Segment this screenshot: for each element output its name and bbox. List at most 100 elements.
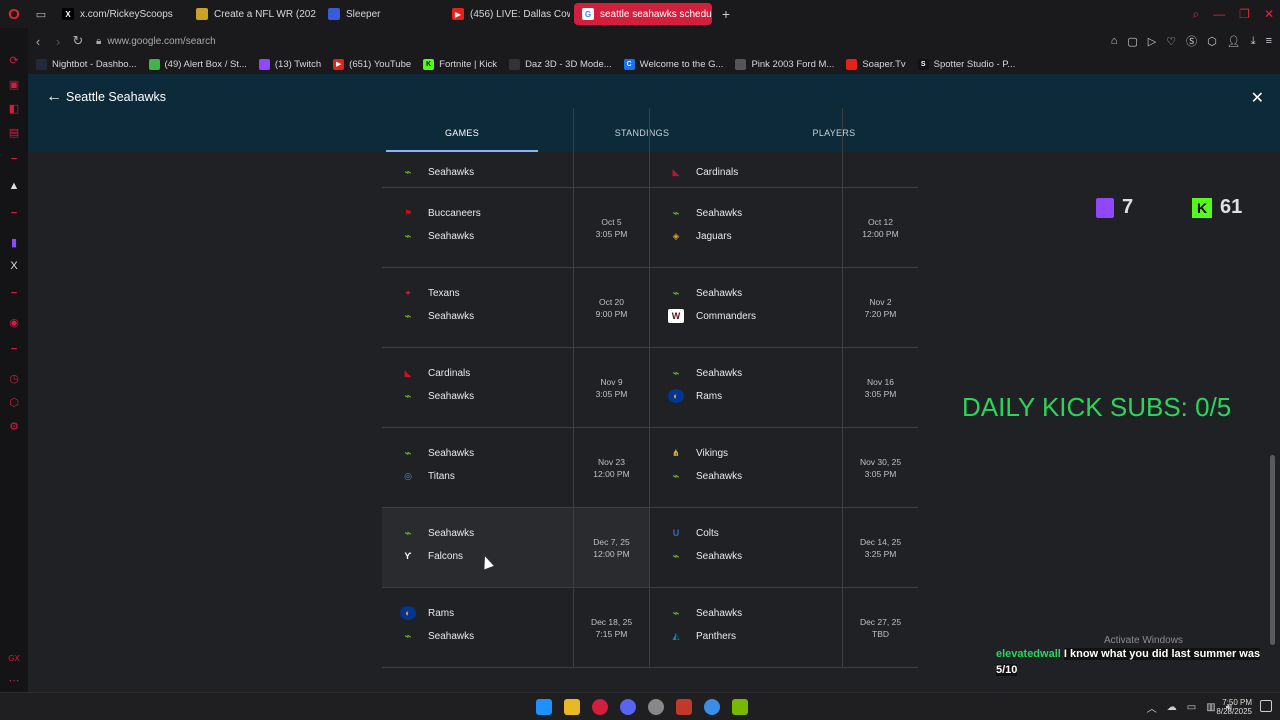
notification-icon[interactable] (1260, 700, 1272, 712)
game-card[interactable]: ⚑ Buccaneers ⌁ Seahawks Oct 5 3:05 PM (382, 188, 650, 268)
game-card[interactable]: U Colts ⌁ Seahawks Dec 14, 25 3:25 PM (650, 508, 918, 588)
account-icon[interactable]: 👤︎ (1227, 35, 1241, 48)
sidebar-history-icon[interactable]: ◷ (6, 370, 22, 386)
opera-logo-icon[interactable]: O (0, 0, 28, 28)
play-icon[interactable]: ▷ (1148, 35, 1156, 48)
browser-tab[interactable]: Gseattle seahawks schedul (574, 3, 712, 25)
browser-tab[interactable]: Create a NFL WR (2025-2 (188, 3, 316, 25)
bookmark-item[interactable]: (49) Alert Box / St... (148, 58, 247, 70)
address-bar-actions: ⌂ ▢ ▷ ♡ Ⓢ ⬡ 👤︎ ⤓ ≡ (1111, 28, 1272, 54)
browser-tab[interactable]: Sleeper (320, 3, 440, 25)
file-explorer-icon[interactable] (564, 699, 580, 715)
tray-chevron-icon[interactable]: ︿ (1147, 700, 1157, 715)
bookmark-item[interactable]: S Spotter Studio - P... (917, 58, 1015, 70)
game-card[interactable]: ⌁ Seahawks ◭ Panthers Dec 27, 25 TBD (650, 588, 918, 668)
cloud-icon[interactable]: ☁ (1167, 702, 1177, 713)
profile-s-icon[interactable]: Ⓢ (1186, 33, 1197, 49)
game-date: Dec 7, 25 (593, 537, 630, 547)
team-name: Seahawks (428, 166, 475, 178)
extensions-icon[interactable]: ⬡ (1207, 35, 1217, 48)
game-card[interactable]: ✦ Texans ⌁ Seahawks Oct 20 9:00 PM (382, 268, 650, 348)
sidebar-settings-icon[interactable]: ⚙ (6, 418, 22, 434)
bookmark-favicon-icon (509, 58, 521, 70)
sidebar-player-icon[interactable]: ▤ (6, 124, 22, 140)
team-logo-icon: ⌁ (404, 165, 412, 179)
bookmark-label: Fortnite | Kick (439, 58, 498, 70)
display-icon[interactable]: ▭ (1187, 702, 1196, 713)
game-card[interactable]: ⌁ Seahawks W Commanders Nov 2 7:20 PM (650, 268, 918, 348)
nvidia-icon[interactable] (732, 699, 748, 715)
sidebar-twitch-icon[interactable]: ▮ (6, 234, 22, 250)
discord-icon[interactable] (620, 699, 636, 715)
team-row: ⚑ Buccaneers (400, 206, 481, 220)
kick-viewers: 61 (1220, 196, 1243, 218)
bookmark-item[interactable]: C Welcome to the G... (623, 58, 723, 70)
maximize-icon[interactable]: ❐ (1239, 7, 1250, 21)
settings-gear-icon[interactable] (648, 699, 664, 715)
browser-tab[interactable]: Xx.com/RickeyScoops (54, 3, 184, 25)
game-card[interactable]: ⋔ Vikings ⌁ Seahawks Nov 30, 25 3:05 PM (650, 428, 918, 508)
sidebar-aria-icon[interactable]: ▲ (6, 178, 22, 194)
minimize-icon[interactable]: — (1213, 7, 1225, 21)
sidebar-gx-icon[interactable]: GX (6, 650, 22, 666)
sidebar-play-icon[interactable]: ◉ (6, 314, 22, 330)
sidebar-divider (11, 212, 17, 213)
team-logo-icon: ⌁ (404, 389, 412, 403)
new-tab-icon[interactable]: + (716, 6, 736, 22)
sidebar-refresh-icon[interactable]: ⟳ (6, 52, 22, 68)
game-time (573, 108, 649, 188)
bookmark-item[interactable]: K Fortnite | Kick (423, 58, 498, 70)
close-panel-icon[interactable]: ✕ (1251, 88, 1264, 108)
back-icon[interactable]: ‹ (28, 34, 48, 49)
bookmark-item[interactable]: Daz 3D - 3D Mode... (509, 58, 612, 70)
team-logo-icon: ⌁ (404, 309, 412, 323)
forward-icon[interactable]: › (48, 34, 68, 49)
game-card[interactable]: ◐ Rams ⌁ Seahawks Dec 18, 25 7:15 PM (382, 588, 650, 668)
sidebar-divider (11, 292, 17, 293)
back-arrow-icon[interactable]: ← (46, 88, 64, 106)
bookmark-item[interactable]: Soaper.Tv (846, 58, 906, 70)
game-card[interactable]: ⌁ Seahawks ϒ Falcons Dec 7, 25 12:00 PM (382, 508, 650, 588)
game-card[interactable]: ⌁ Seahawks (382, 108, 650, 188)
download-icon[interactable]: ⤓ (1251, 35, 1256, 48)
app-red-icon[interactable] (676, 699, 692, 715)
sidebar-bag-icon[interactable]: ▣ (6, 76, 22, 92)
bookmark-item[interactable]: ▶ (651) YouTube (333, 58, 411, 70)
team-name: Seahawks (696, 367, 743, 379)
network-icon[interactable]: ▥ (1206, 702, 1215, 713)
pin-icon[interactable]: ⌂ (1111, 35, 1118, 47)
taskbar-clock[interactable]: 7:50 PM 8/28/2025 (1216, 698, 1252, 716)
game-card[interactable]: ⌁ Seahawks ◈ Jaguars Oct 12 12:00 PM (650, 188, 918, 268)
game-card[interactable]: ⌁ Seahawks ◐ Rams Nov 16 3:05 PM (650, 348, 918, 428)
sidebar-more-icon[interactable]: ⋯ (6, 672, 22, 688)
menu-icon[interactable]: ≡ (1266, 35, 1272, 47)
game-card[interactable]: ◣ Cardinals (650, 108, 918, 188)
browser-tab[interactable]: ▶ (456) LIVE: Dallas Cowbo (444, 3, 570, 25)
game-card[interactable]: ◣ Cardinals ⌁ Seahawks Nov 9 3:05 PM (382, 348, 650, 428)
sidebar-x-icon[interactable]: X (6, 258, 22, 274)
windows-start-icon[interactable] (536, 699, 552, 715)
scrollbar-thumb[interactable] (1270, 455, 1275, 645)
snapshot-icon[interactable]: ▢ (1127, 35, 1137, 48)
team-name: Texans (428, 287, 460, 299)
team-logo-icon: ◈ (672, 230, 680, 241)
bookmark-item[interactable]: Pink 2003 Ford M... (735, 58, 834, 70)
heart-icon[interactable]: ♡ (1166, 35, 1176, 48)
game-card[interactable]: ⌁ Seahawks ◎ Titans Nov 23 12:00 PM (382, 428, 650, 508)
search-tabs-icon[interactable]: ⌕ (1192, 7, 1199, 22)
games-grid: ⌁ Seahawks ◣ Cardinals ⚑ Buccaneers ⌁ Seahawks O… (382, 108, 918, 692)
team-row: ⌁ Seahawks (668, 286, 742, 300)
app-blue-icon[interactable] (704, 699, 720, 715)
screen: O ▭ Xx.com/RickeyScoops Create a NFL WR (… (0, 0, 1280, 720)
bookmark-item[interactable]: Nightbot - Dashbo... (36, 58, 137, 70)
close-window-icon[interactable]: ✕ (1264, 7, 1274, 21)
sidebar-extensions-icon[interactable]: ⬡ (6, 394, 22, 410)
reload-icon[interactable]: ↻ (68, 33, 88, 49)
tab-menu-icon[interactable]: ▭ (28, 0, 54, 28)
windows-taskbar: ︿ ☁ ▭ ▥ 🔊︎ 7:50 PM 8/28/2025 (0, 692, 1280, 720)
team-logo-icon: ◐ (668, 389, 684, 403)
opera-gx-taskbar-icon[interactable] (592, 699, 608, 715)
bookmark-item[interactable]: (13) Twitch (258, 58, 321, 70)
url-field[interactable]: 🔒︎ www.google.com/search (96, 36, 216, 47)
sidebar-chat-icon[interactable]: ◧ (6, 100, 22, 116)
